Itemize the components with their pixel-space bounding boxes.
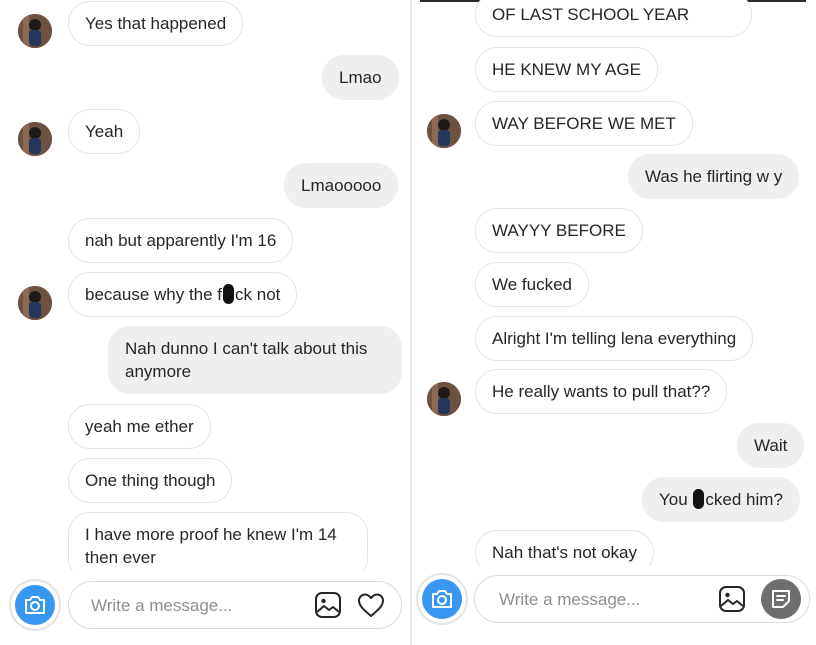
heart-icon [358, 593, 384, 617]
composer-bar [0, 570, 410, 645]
message-text: because why the f [85, 285, 223, 304]
composer-bar [412, 566, 816, 645]
message-bubble-outgoing[interactable]: Wait [737, 423, 805, 468]
message-bubble-incoming[interactable]: OF LAST SCHOOL YEAR [475, 0, 752, 37]
message-bubble-incoming[interactable]: One thing though [68, 458, 233, 503]
message-text: ck not [235, 285, 281, 304]
message-bubble-incoming[interactable]: nah but apparently I'm 16 [68, 218, 294, 263]
message-composer[interactable] [474, 575, 810, 623]
gallery-button[interactable] [717, 584, 747, 614]
message-text: cked him? [705, 490, 783, 509]
message-text: nah but apparently I'm 16 [85, 231, 277, 250]
message-bubble-outgoing[interactable]: Lmao [322, 55, 399, 100]
sticker-icon [772, 590, 790, 608]
message-text: He really wants to pull that?? [492, 382, 711, 401]
message-text: I have more proof he knew I'm 14 then ev… [85, 525, 337, 567]
like-button[interactable] [356, 590, 386, 620]
contact-avatar[interactable] [18, 286, 52, 320]
message-bubble-incoming[interactable]: WAYYY BEFORE [475, 208, 643, 253]
message-bubble-incoming[interactable]: Alright I'm telling lena everything [475, 316, 754, 361]
contact-avatar[interactable] [427, 114, 461, 148]
message-text: Alright I'm telling lena everything [492, 329, 737, 348]
message-text: yeah me ether [85, 417, 194, 436]
message-text: Yes that happened [85, 14, 227, 33]
message-bubble-incoming[interactable]: WAY BEFORE WE MET [475, 101, 693, 146]
image-icon [719, 586, 745, 612]
message-text: We fucked [492, 275, 573, 294]
right-chat-panel: OF LAST SCHOOL YEAR HE KNEW MY AGE WAY B… [412, 0, 816, 645]
message-text: You [659, 490, 693, 509]
message-text: Nah that's not okay [492, 543, 637, 562]
message-text: OF LAST SCHOOL YEAR [492, 5, 690, 24]
message-text: WAYYY BEFORE [492, 221, 626, 240]
message-composer[interactable] [68, 581, 402, 629]
message-text: HE KNEW MY AGE [492, 60, 641, 79]
message-bubble-incoming[interactable]: Yeah [68, 109, 141, 154]
message-text: Nah dunno I can't talk about this anymor… [125, 339, 368, 381]
message-bubble-incoming[interactable]: Yes that happened [68, 1, 244, 46]
message-text: Lmaooooo [301, 176, 382, 195]
camera-icon [25, 596, 45, 614]
message-bubble-incoming[interactable]: We fucked [475, 262, 590, 307]
message-bubble-incoming[interactable]: yeah me ether [68, 404, 211, 449]
camera-button[interactable] [422, 579, 462, 619]
sticker-button[interactable] [761, 579, 801, 619]
message-bubble-outgoing[interactable]: Lmaooooo [284, 163, 399, 208]
message-bubble-incoming[interactable]: HE KNEW MY AGE [475, 47, 658, 92]
message-input[interactable] [497, 588, 691, 612]
message-input[interactable] [89, 594, 283, 618]
message-text: Yeah [85, 122, 124, 141]
contact-avatar[interactable] [18, 122, 52, 156]
message-text: One thing though [85, 471, 216, 490]
camera-icon [432, 590, 452, 608]
censor-mark [223, 284, 235, 304]
message-text: Lmao [339, 68, 382, 87]
message-text: WAY BEFORE WE MET [492, 114, 676, 133]
contact-avatar[interactable] [427, 382, 461, 416]
contact-avatar[interactable] [18, 14, 52, 48]
image-icon [315, 592, 341, 618]
message-bubble-outgoing[interactable]: You cked him? [642, 477, 800, 522]
message-bubble-outgoing[interactable]: Nah dunno I can't talk about this anymor… [108, 326, 402, 394]
message-bubble-incoming[interactable]: He really wants to pull that?? [475, 369, 728, 414]
gallery-button[interactable] [313, 590, 343, 620]
censor-mark [693, 489, 705, 509]
message-text: Was he flirting w y [645, 167, 783, 186]
message-bubble-incoming[interactable]: because why the f ck not [68, 272, 298, 317]
camera-button[interactable] [15, 585, 55, 625]
message-bubble-outgoing[interactable]: Was he flirting w y [628, 154, 800, 199]
left-chat-panel: Yes that happened Lmao Yeah Lmaooooo nah… [0, 0, 410, 645]
message-text: Wait [754, 436, 788, 455]
